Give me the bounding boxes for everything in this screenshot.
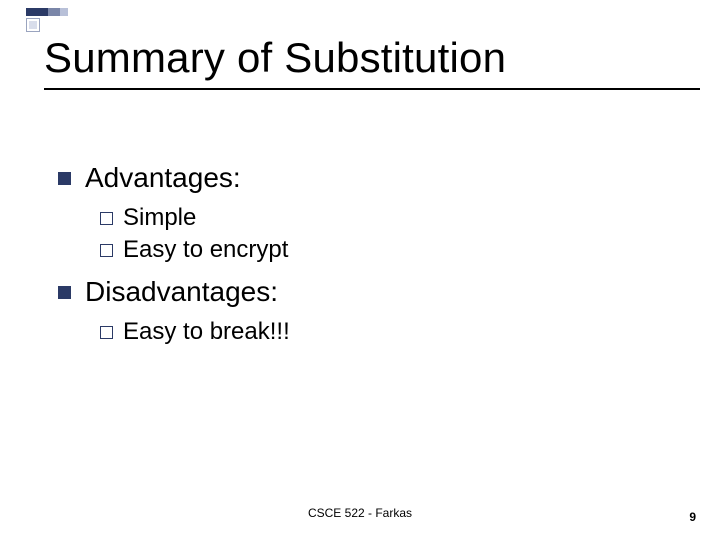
list-subitem-label: Simple — [123, 204, 196, 232]
hollow-square-bullet-icon — [100, 212, 113, 225]
list-subitem-label: Easy to encrypt — [123, 236, 288, 264]
list-subitem-label: Easy to break!!! — [123, 318, 290, 346]
hollow-square-bullet-icon — [100, 326, 113, 339]
list-subitem: Easy to encrypt — [100, 236, 290, 264]
list-item: Advantages: — [58, 162, 290, 194]
list-item-label: Advantages: — [85, 162, 241, 194]
list-subitem: Simple — [100, 204, 290, 232]
footer-text: CSCE 522 - Farkas — [0, 506, 720, 520]
decoration-square — [26, 18, 40, 32]
hollow-square-bullet-icon — [100, 244, 113, 257]
slide-body: Advantages: Simple Easy to encrypt Disad… — [58, 150, 290, 350]
square-bullet-icon — [58, 172, 71, 185]
list-item-label: Disadvantages: — [85, 276, 278, 308]
title-underline — [44, 88, 700, 90]
decoration-bar — [26, 8, 68, 16]
square-bullet-icon — [58, 286, 71, 299]
slide-title: Summary of Substitution — [44, 34, 506, 82]
slide-number: 9 — [689, 510, 696, 524]
list-subitem: Easy to break!!! — [100, 318, 290, 346]
list-item: Disadvantages: — [58, 276, 290, 308]
